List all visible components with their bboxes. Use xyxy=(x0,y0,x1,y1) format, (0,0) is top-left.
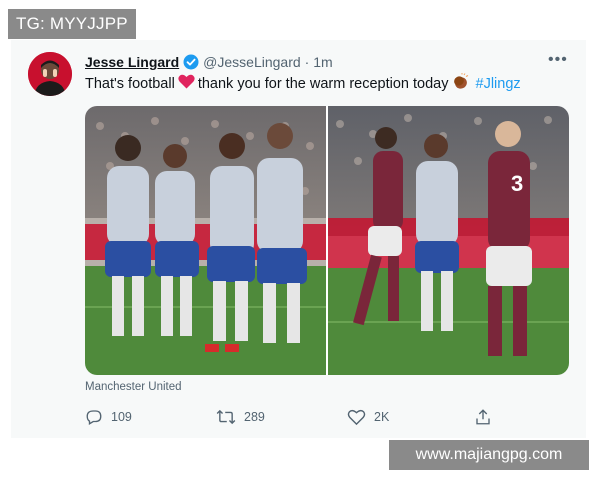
reply-icon xyxy=(86,410,102,425)
like-button[interactable]: 2K xyxy=(347,408,389,426)
retweet-count: 289 xyxy=(244,410,265,424)
hashtag-link[interactable]: #Jlingz xyxy=(476,76,521,92)
author-name[interactable]: Jesse Lingard xyxy=(85,54,179,70)
tweet-text: That's football thank you for the warm r… xyxy=(85,73,521,94)
photo-right[interactable]: 3 xyxy=(328,106,569,375)
watermark-bottom: www.majiangpg.com xyxy=(389,440,589,470)
share-icon xyxy=(476,409,490,425)
tweet-text-part1: That's football xyxy=(85,75,175,92)
retweet-button[interactable]: 289 xyxy=(216,408,265,426)
tweet-media[interactable]: 3 xyxy=(85,106,569,375)
author-handle[interactable]: @JesseLingard xyxy=(203,54,301,70)
source-label[interactable]: Manchester United xyxy=(85,381,182,393)
clapping-hands-emoji-icon xyxy=(452,73,469,94)
like-count: 2K xyxy=(374,410,390,424)
tweet-header: Jesse Lingard @JesseLingard · 1m xyxy=(85,52,333,72)
celebrating-players-photo-icon xyxy=(85,106,326,375)
tweet-text-part2: thank you for the warm reception today xyxy=(197,75,449,92)
reply-button[interactable]: 109 xyxy=(85,408,132,426)
retweet-icon xyxy=(216,409,236,425)
match-players-photo-icon: 3 xyxy=(328,106,569,375)
shirt-number: 3 xyxy=(511,171,523,196)
photo-left[interactable] xyxy=(85,106,326,375)
tweet-actions: 109 289 2K xyxy=(0,408,600,428)
verified-badge-icon xyxy=(183,54,199,70)
watermark-top: TG: MYYJJPP xyxy=(8,9,136,39)
heart-emoji-icon xyxy=(178,74,195,93)
more-icon[interactable]: ••• xyxy=(548,52,568,68)
avatar-image xyxy=(28,52,72,96)
reply-count: 109 xyxy=(111,410,132,424)
tweet-time[interactable]: · 1m xyxy=(305,54,333,70)
heart-icon xyxy=(347,409,366,426)
author-avatar[interactable] xyxy=(28,52,72,96)
share-button[interactable] xyxy=(474,408,492,426)
